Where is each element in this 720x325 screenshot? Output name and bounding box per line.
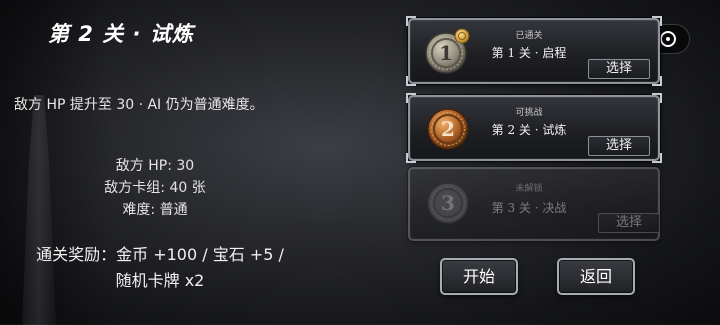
stage-number: 1 (439, 41, 453, 65)
gold-coin-badge-icon (454, 28, 470, 44)
silver-medal-icon: 1 (425, 28, 470, 74)
stage-card-2[interactable]: 2 可挑战 第 2 关 · 试炼 选择 (406, 93, 662, 163)
card-corner-ornament (406, 93, 416, 103)
stage-name: 第 2 关 · 试炼 (491, 123, 567, 137)
stage-status: 已通关 (515, 31, 543, 41)
level-title: 第 2 关 · 试炼 (48, 22, 194, 46)
card-corner-ornament (406, 153, 416, 163)
start-button[interactable]: 开始 (440, 258, 518, 295)
enemy-hp-stat: 敌方 HP: 30 (115, 158, 195, 174)
rewards-text: 通关奖励：金币 +100 / 宝石 +5 / 随机卡牌 x2 (10, 242, 310, 294)
select-stage-1-button[interactable]: 选择 (588, 59, 650, 79)
select-stage-3-button: 选择 (598, 213, 660, 233)
stage-name: 第 3 关 · 决战 (491, 201, 567, 215)
enemy-stats: 敌方 HP: 30 敌方卡组: 40 张 难度: 普通 (80, 155, 230, 221)
stage-card-3-locked: 3 未解锁 第 3 关 · 决战 选择 (408, 167, 660, 241)
locked-medal-icon: 3 (427, 182, 469, 224)
card-corner-ornament (652, 93, 662, 103)
card-corner-ornament (652, 16, 662, 26)
card-corner-ornament (406, 16, 416, 26)
enemy-deck-stat: 敌方卡组: 40 张 (104, 180, 206, 196)
close-mini-program-icon[interactable] (660, 31, 676, 47)
rewards-line-1: 通关奖励：金币 +100 / 宝石 +5 / (36, 245, 284, 264)
card-corner-ornament (652, 76, 662, 86)
stage-card-1[interactable]: 1 已通关 第 1 关 · 启程 选择 (406, 16, 662, 86)
stage-number: 3 (441, 191, 455, 215)
bronze-medal-icon: 2 (427, 108, 469, 150)
back-button[interactable]: 返回 (557, 258, 635, 295)
difficulty-stat: 难度: 普通 (122, 202, 188, 218)
level-description: 敌方 HP 提升至 30 · AI 仍为普通难度。 (14, 97, 264, 113)
stage-status: 可挑战 (515, 108, 543, 118)
rewards-line-2: 随机卡牌 x2 (115, 271, 205, 290)
stage-number: 2 (441, 117, 455, 141)
card-corner-ornament (652, 153, 662, 163)
stage-name: 第 1 关 · 启程 (491, 46, 567, 60)
card-corner-ornament (406, 76, 416, 86)
select-stage-2-button[interactable]: 选择 (588, 136, 650, 156)
stage-status: 未解锁 (515, 184, 543, 194)
